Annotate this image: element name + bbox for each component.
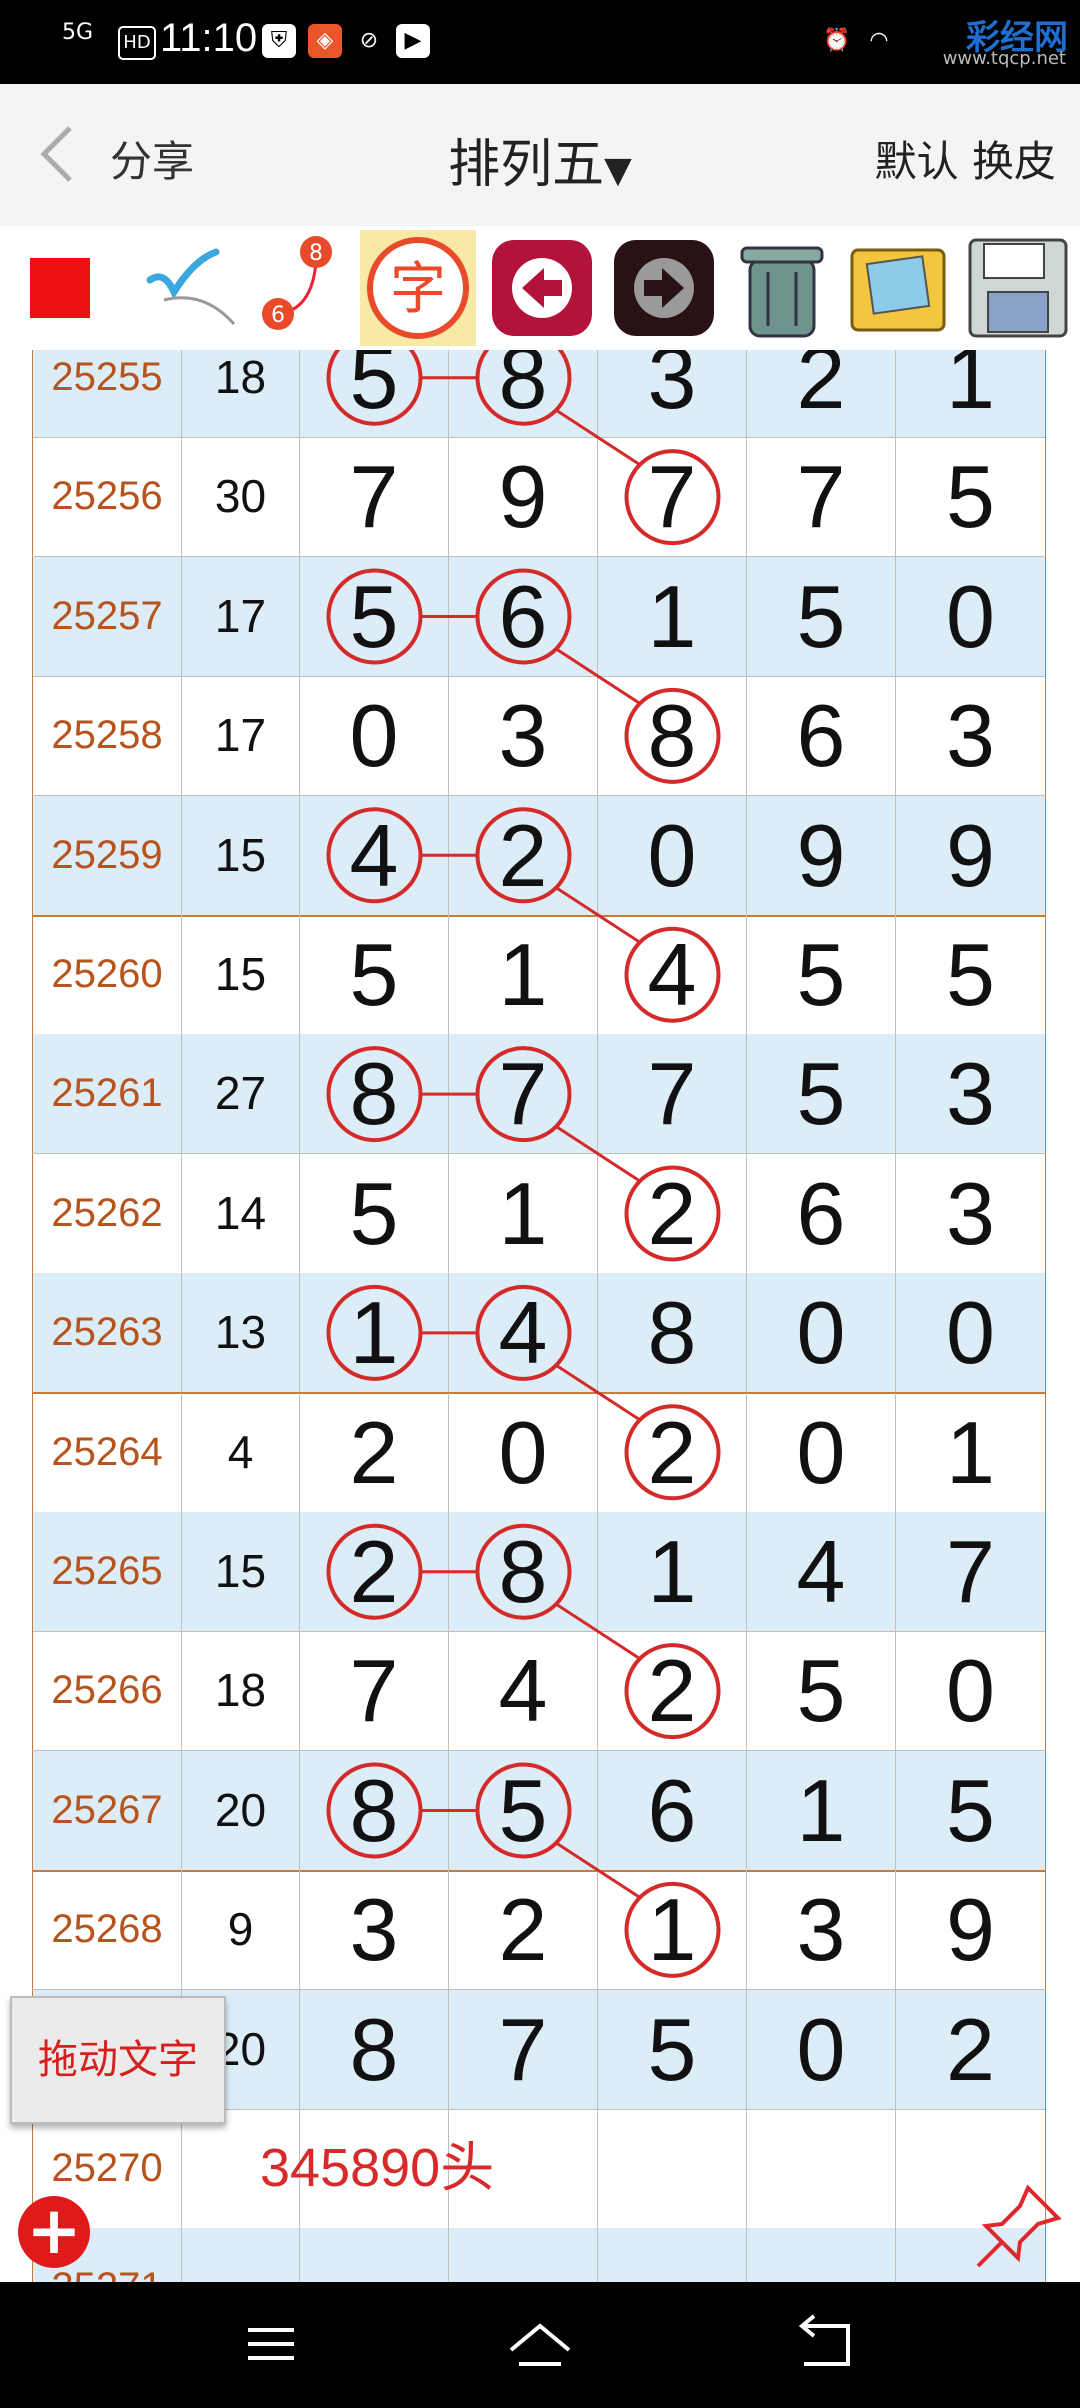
link-line <box>554 408 642 467</box>
pen-six-eight-icon[interactable]: 8 6 <box>252 230 368 346</box>
watermark-url: www.tqcp.net <box>942 48 1066 69</box>
red-square-icon[interactable] <box>30 258 90 318</box>
link-line <box>554 886 642 944</box>
menu-icon[interactable] <box>236 2314 306 2374</box>
back-icon[interactable] <box>788 2314 858 2374</box>
highlight-circle <box>475 1523 572 1620</box>
nav-bar: 分享 排列五▼ 默认 换皮 <box>0 84 1080 227</box>
link-line <box>554 1841 642 1900</box>
link-line <box>554 647 642 706</box>
dropdown-caret-icon: ▼ <box>604 150 632 191</box>
highlight-circle <box>326 1523 423 1620</box>
plus-icon[interactable]: + <box>18 2196 90 2268</box>
highlight-circle <box>624 687 721 784</box>
trash-icon[interactable] <box>724 230 840 346</box>
drag-text-button[interactable]: 拖动文字 <box>10 1996 226 2124</box>
hd-badge: HD <box>118 26 156 60</box>
zi-ring: 字 <box>367 237 469 339</box>
highlight-circle <box>624 1165 721 1262</box>
highlight-circle <box>624 449 721 546</box>
highlight-circle <box>624 1643 721 1740</box>
pin-icon[interactable] <box>972 2180 1064 2272</box>
skin-menu[interactable]: 默认 换皮 <box>875 128 1056 189</box>
check-icon[interactable] <box>134 230 250 346</box>
highlight-circle <box>624 1404 721 1501</box>
highlight-circle <box>475 807 572 904</box>
wifi-icon: ◠ <box>869 28 889 53</box>
draw-grid[interactable]: 25255 18 5 8 3 2 1 25256 30 7 9 7 7 5 25257 17 5 6 1 5 0 2525… <box>32 350 1046 2282</box>
highlight-circle <box>326 1762 423 1859</box>
pen-a-label: 6 <box>271 303 285 328</box>
arrow-right-icon[interactable] <box>606 230 722 346</box>
link-line <box>554 1602 642 1661</box>
shield-icon: ⛨ <box>262 24 296 58</box>
highlight-circle <box>326 568 423 665</box>
status-bar: 5G HD 11:10 ⛨ ◈ ⊘ ▶ ⏰ ◠ 彩经网 www.tqcp.net <box>0 0 1080 84</box>
link-line <box>554 1363 642 1422</box>
highlight-circle <box>475 350 572 426</box>
highlight-circle <box>624 926 721 1023</box>
signal-label: 5G <box>62 20 94 45</box>
zi-text-icon[interactable]: 字 <box>360 230 476 346</box>
home-icon[interactable] <box>505 2314 575 2374</box>
clock: 11:10 <box>160 16 258 60</box>
highlight-circle <box>326 1284 423 1381</box>
annotation-overlay <box>326 350 721 1978</box>
page-title-text: 排列五 <box>448 135 605 195</box>
highlight-circle <box>475 568 572 665</box>
alarm-icon: ⏰ <box>823 28 851 53</box>
arrow-left-icon[interactable] <box>484 230 600 346</box>
highlight-circle <box>475 1046 572 1143</box>
highlight-circle <box>326 350 423 426</box>
link-line <box>554 1124 642 1183</box>
toolbar: 8 6 字 <box>0 226 1080 350</box>
link-icon: ⊘ <box>359 28 379 53</box>
save-icon[interactable] <box>960 230 1076 346</box>
video-icon: ▶ <box>396 24 430 58</box>
zi-glyph: 字 <box>390 257 446 322</box>
highlight-circle <box>624 1881 721 1978</box>
app-icon: ◈ <box>308 24 342 58</box>
highlight-circle <box>326 807 423 904</box>
system-nav-bar <box>0 2282 1080 2408</box>
photo-icon[interactable] <box>840 230 956 346</box>
highlight-circle <box>475 1284 572 1381</box>
pen-b-label: 8 <box>309 241 323 266</box>
highlight-circle <box>326 1046 423 1143</box>
highlight-circle <box>475 1762 572 1859</box>
